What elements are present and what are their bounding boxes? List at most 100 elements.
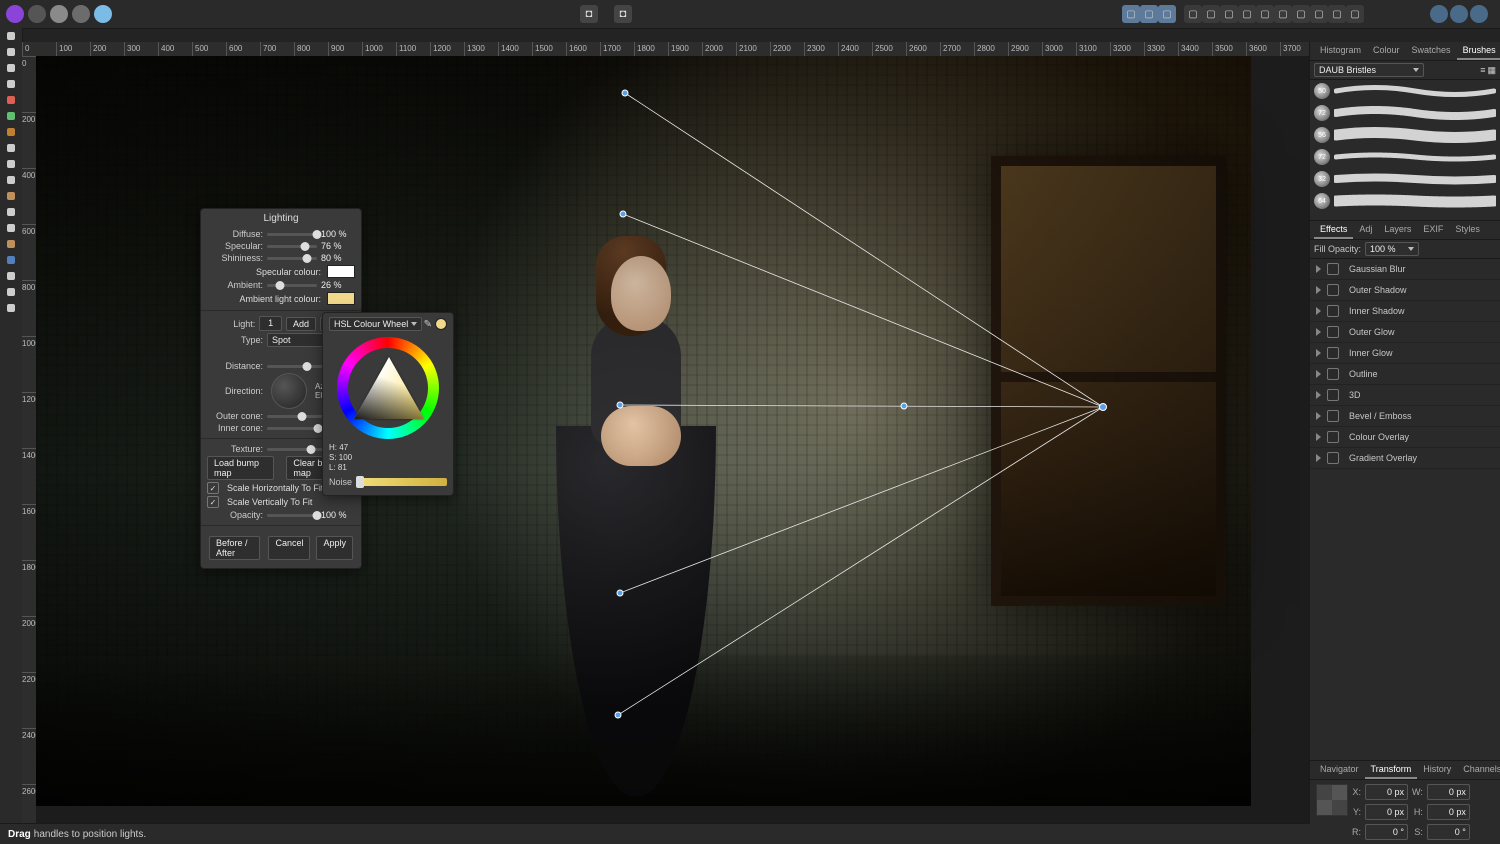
crop-tool[interactable] bbox=[0, 60, 22, 76]
cancel-button[interactable]: Cancel bbox=[268, 536, 310, 560]
app-icon[interactable] bbox=[6, 5, 24, 23]
h-field[interactable]: 0 px bbox=[1427, 804, 1470, 820]
brush-row[interactable]: 72 bbox=[1310, 102, 1500, 124]
fx-bevel-emboss[interactable]: Bevel / Emboss bbox=[1310, 406, 1500, 427]
brush-tool[interactable] bbox=[0, 140, 22, 156]
[object Object][interactable]: ▢ bbox=[1140, 5, 1158, 23]
zoom-tool[interactable] bbox=[0, 300, 22, 316]
text-tool[interactable] bbox=[0, 268, 22, 284]
fx-inner-glow[interactable]: Inner Glow bbox=[1310, 343, 1500, 364]
tab-navigator[interactable]: Navigator bbox=[1314, 761, 1365, 779]
w-field[interactable]: 0 px bbox=[1427, 784, 1470, 800]
fx-checkbox[interactable] bbox=[1327, 389, 1339, 401]
group-icon[interactable]: ▢ bbox=[1274, 5, 1292, 23]
grid-view-icon[interactable]: ▦ bbox=[1487, 65, 1496, 76]
flip-v-icon[interactable]: ▢ bbox=[1220, 5, 1238, 23]
ambient-slider[interactable] bbox=[267, 284, 317, 287]
tab-colour[interactable]: Colour bbox=[1367, 42, 1406, 60]
rot-l-icon[interactable]: ▢ bbox=[1238, 5, 1256, 23]
fx-outline[interactable]: Outline bbox=[1310, 364, 1500, 385]
fx-checkbox[interactable] bbox=[1327, 368, 1339, 380]
fx-checkbox[interactable] bbox=[1327, 263, 1339, 275]
dup-icon[interactable]: ▢ bbox=[1184, 5, 1202, 23]
fx-checkbox[interactable] bbox=[1327, 431, 1339, 443]
smudge-tool[interactable] bbox=[0, 204, 22, 220]
clone-tool[interactable] bbox=[0, 188, 22, 204]
info-icon[interactable]: ◘ bbox=[580, 5, 598, 23]
lock-icon[interactable]: ▢ bbox=[1346, 5, 1364, 23]
fx-gradient-overlay[interactable]: Gradient Overlay bbox=[1310, 448, 1500, 469]
add-light-button[interactable]: Add bbox=[286, 317, 316, 331]
heal-tool[interactable] bbox=[0, 220, 22, 236]
front-icon[interactable]: ▢ bbox=[1310, 5, 1328, 23]
apply-button[interactable]: Apply bbox=[316, 536, 353, 560]
tab-adj[interactable]: Adj bbox=[1353, 221, 1378, 239]
fx-colour-overlay[interactable]: Colour Overlay bbox=[1310, 427, 1500, 448]
tab-layers[interactable]: Layers bbox=[1378, 221, 1417, 239]
brush-row[interactable]: 50 bbox=[1310, 80, 1500, 102]
brush-set-select[interactable]: DAUB Bristles bbox=[1314, 63, 1424, 77]
fx-checkbox[interactable] bbox=[1327, 452, 1339, 464]
noise-slider[interactable] bbox=[356, 478, 447, 486]
gradient-tool[interactable] bbox=[0, 124, 22, 140]
fx-inner-shadow[interactable]: Inner Shadow bbox=[1310, 301, 1500, 322]
fx-checkbox[interactable] bbox=[1327, 305, 1339, 317]
back-icon[interactable]: ▢ bbox=[1328, 5, 1346, 23]
cloud-icon[interactable] bbox=[1450, 5, 1468, 23]
brush-row[interactable]: 64 bbox=[1310, 190, 1500, 212]
node-icon[interactable] bbox=[94, 5, 112, 23]
tab-effects[interactable]: Effects bbox=[1314, 221, 1353, 239]
palette-circle[interactable] bbox=[72, 5, 90, 23]
fx-outer-shadow[interactable]: Outer Shadow bbox=[1310, 280, 1500, 301]
fx-3d[interactable]: 3D bbox=[1310, 385, 1500, 406]
[object Object][interactable]: ▢ bbox=[1158, 5, 1176, 23]
pencil-tool[interactable] bbox=[0, 156, 22, 172]
tab-history[interactable]: History bbox=[1417, 761, 1457, 779]
load-bump-button[interactable]: Load bump map bbox=[207, 456, 274, 480]
y-field[interactable]: 0 px bbox=[1365, 804, 1408, 820]
tab-exif[interactable]: EXIF bbox=[1417, 221, 1449, 239]
s-field[interactable]: 0 ° bbox=[1427, 824, 1470, 840]
hsl-wheel[interactable] bbox=[337, 337, 439, 439]
brush-list[interactable]: 50 72 56 72 32 bbox=[1310, 80, 1500, 221]
move-tool[interactable] bbox=[0, 44, 22, 60]
ungroup-icon[interactable]: ▢ bbox=[1292, 5, 1310, 23]
paint-tool[interactable] bbox=[0, 92, 22, 108]
tab-swatches[interactable]: Swatches bbox=[1406, 42, 1457, 60]
dodge-tool[interactable] bbox=[0, 236, 22, 252]
brush-row[interactable]: 56 bbox=[1310, 124, 1500, 146]
brush-row[interactable]: 32 bbox=[1310, 168, 1500, 190]
current-colour-swatch[interactable] bbox=[435, 318, 447, 330]
fx-outer-glow[interactable]: Outer Glow bbox=[1310, 322, 1500, 343]
specular-slider[interactable] bbox=[267, 245, 317, 248]
user-icon[interactable] bbox=[1470, 5, 1488, 23]
r-field[interactable]: 0 ° bbox=[1365, 824, 1408, 840]
tab-transform[interactable]: Transform bbox=[1365, 761, 1418, 779]
ambient-colour-swatch[interactable] bbox=[327, 292, 355, 305]
fx-checkbox[interactable] bbox=[1327, 410, 1339, 422]
tab-brushes[interactable]: Brushes bbox=[1457, 42, 1500, 60]
fx-gaussian-blur[interactable]: Gaussian Blur bbox=[1310, 259, 1500, 280]
brush-row[interactable]: 72 bbox=[1310, 146, 1500, 168]
scale-h-checkbox[interactable]: ✓ bbox=[207, 482, 219, 494]
tab-histogram[interactable]: Histogram bbox=[1314, 42, 1367, 60]
fx-checkbox[interactable] bbox=[1327, 347, 1339, 359]
[object Object][interactable]: ▢ bbox=[1122, 5, 1140, 23]
persona-circle[interactable] bbox=[28, 5, 46, 23]
light-index-field[interactable]: 1 bbox=[259, 316, 282, 331]
rot-r-icon[interactable]: ▢ bbox=[1256, 5, 1274, 23]
aspect-icon[interactable]: ◘ bbox=[614, 5, 632, 23]
hand-tool[interactable] bbox=[0, 28, 22, 44]
shininess-slider[interactable] bbox=[267, 257, 317, 260]
before-after-button[interactable]: Before / After bbox=[209, 536, 260, 560]
list-view-icon[interactable]: ≡ bbox=[1480, 65, 1485, 76]
shape-tool[interactable] bbox=[0, 252, 22, 268]
tab-styles[interactable]: Styles bbox=[1449, 221, 1486, 239]
tab-channels[interactable]: Channels bbox=[1457, 761, 1500, 779]
marquee-tool[interactable] bbox=[0, 76, 22, 92]
fx-checkbox[interactable] bbox=[1327, 284, 1339, 296]
x-field[interactable]: 0 px bbox=[1365, 784, 1408, 800]
diffuse-slider[interactable] bbox=[267, 233, 317, 236]
settings-icon[interactable] bbox=[50, 5, 68, 23]
fx-checkbox[interactable] bbox=[1327, 326, 1339, 338]
